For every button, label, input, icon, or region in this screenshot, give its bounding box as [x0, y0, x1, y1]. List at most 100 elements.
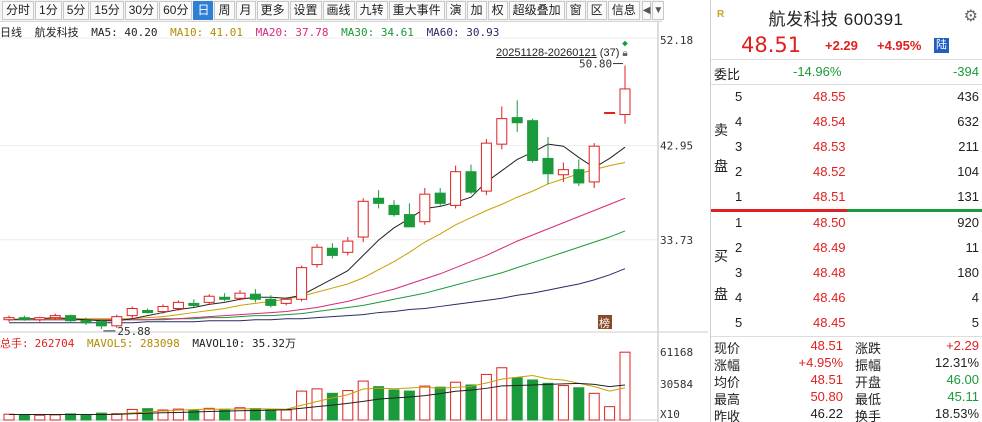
- candle-body: [419, 193, 431, 223]
- candle-body: [3, 317, 15, 321]
- toolbar-button[interactable]: 更多: [256, 1, 289, 20]
- sell-level-row[interactable]: 3 48.53 211: [711, 135, 982, 160]
- mavol10-value: MAVOL10: 35.32万: [192, 337, 297, 350]
- candle-body: [65, 315, 77, 322]
- toolbar-button[interactable]: 日: [193, 1, 214, 20]
- volume-bar: [80, 414, 92, 421]
- volume-bar: [3, 413, 15, 421]
- level-price: 48.51: [813, 189, 846, 204]
- buy-level-row[interactable]: 2 48.49 11: [711, 236, 982, 261]
- rank-badge-text: 榜: [599, 316, 610, 330]
- volume-bar: [403, 390, 415, 421]
- stats-row: 涨幅 +4.95% 振幅 12.31%: [711, 354, 982, 373]
- buy-level-row[interactable]: 4 48.46 4: [711, 286, 982, 311]
- candle-body: [465, 171, 477, 193]
- candle-body: [373, 197, 385, 204]
- candle-body: [573, 169, 585, 184]
- candle-body: [542, 157, 554, 175]
- toolbar-button[interactable]: 30分: [124, 1, 159, 20]
- candle-body: [511, 117, 523, 124]
- sell-level-row[interactable]: 4 48.54 632: [711, 110, 982, 135]
- volume-bar: [49, 414, 61, 421]
- candle-body: [557, 169, 569, 176]
- toolbar-button[interactable]: 信息: [607, 1, 640, 20]
- dropdown-arrow-icon[interactable]: ▼: [652, 1, 665, 20]
- kline-chart[interactable]: 52.1842.9533.736116830584X1050.8025.88榜: [0, 22, 708, 422]
- candle-body: [619, 88, 631, 116]
- webi-label: 委比: [714, 67, 741, 82]
- stat-value: 48.51: [810, 372, 843, 387]
- level-qty: 920: [957, 215, 979, 230]
- level-qty: 4: [971, 290, 979, 305]
- toolbar-button[interactable]: 演: [445, 1, 466, 20]
- toolbar-button[interactable]: 九转: [355, 1, 388, 20]
- volume-bar: [265, 408, 277, 421]
- level-qty: 131: [957, 189, 979, 204]
- toolbar-button[interactable]: 权: [487, 1, 508, 20]
- range-stat-label[interactable]: 20251128-20260121 (37) 🔒︎: [496, 47, 628, 59]
- candle-body: [95, 321, 107, 327]
- candle-body: [388, 204, 400, 216]
- candle-body: [311, 246, 323, 266]
- sell-level-row[interactable]: 5 48.55 436: [711, 85, 982, 110]
- volume-bar: [434, 386, 446, 421]
- sell-level-row[interactable]: 2 48.52 104: [711, 160, 982, 185]
- last-price: 48.51: [741, 33, 802, 57]
- level-price: 48.45: [813, 315, 846, 330]
- candle-body: [49, 315, 61, 319]
- volume-bar: [573, 387, 585, 421]
- toolbar-button[interactable]: 设置: [289, 1, 322, 20]
- volume-bar: [496, 367, 508, 421]
- volume-axis-label: X10: [660, 408, 680, 421]
- stat-label: 换手: [855, 409, 882, 422]
- stats-row: 均价 48.51 开盘 46.00: [711, 371, 982, 390]
- level-price: 48.46: [813, 290, 846, 305]
- webi-diff: -394: [952, 64, 979, 79]
- toolbar-button[interactable]: 1分: [35, 1, 62, 20]
- volume-bar: [419, 385, 431, 421]
- toolbar-button[interactable]: 区: [586, 1, 607, 20]
- toolbar-button[interactable]: 分时: [2, 1, 35, 20]
- mavol5-value: MAVOL5: 283098: [87, 337, 180, 350]
- volume-bar: [373, 386, 385, 421]
- sell-level-row[interactable]: 1 48.51 131: [711, 185, 982, 210]
- price-axis-label: 33.73: [660, 234, 693, 247]
- candle-body: [326, 247, 338, 256]
- volume-label: 总手:: [0, 337, 29, 350]
- toolbar-button[interactable]: 加: [466, 1, 487, 20]
- level-number: 1: [735, 189, 743, 204]
- diamond-marker-icon: [622, 40, 628, 47]
- toolbar-button[interactable]: 窗: [565, 1, 586, 20]
- candle-body: [172, 301, 184, 309]
- candle-body: [588, 145, 600, 183]
- volume-axis-label: 61168: [660, 346, 693, 359]
- gear-icon[interactable]: ⚙: [964, 6, 978, 26]
- level-price: 48.55: [813, 89, 846, 104]
- toolbar-button[interactable]: 重大事件: [388, 1, 445, 20]
- toolbar-button[interactable]: 15分: [90, 1, 124, 20]
- volume-bar: [18, 414, 30, 421]
- level-qty: 11: [965, 240, 980, 255]
- buy-level-row[interactable]: 5 48.45 5: [711, 311, 982, 336]
- buy-level-row[interactable]: 3 48.48 180: [711, 261, 982, 286]
- toolbar-button[interactable]: 60分: [159, 1, 193, 20]
- level-number: 5: [735, 315, 743, 330]
- toolbar-button[interactable]: 周: [214, 1, 235, 20]
- volume-bar: [480, 373, 492, 421]
- level-price: 48.52: [813, 164, 846, 179]
- level-number: 3: [735, 139, 743, 154]
- candle-body: [249, 293, 261, 300]
- candle-body: [142, 310, 154, 314]
- level-number: 3: [735, 265, 743, 280]
- candle-body: [280, 298, 292, 304]
- candle-body: [357, 200, 369, 238]
- toolbar-button[interactable]: 超级叠加: [508, 1, 565, 20]
- candle-body: [296, 267, 308, 300]
- toolbar-button[interactable]: 5分: [62, 1, 90, 20]
- toolbar-button[interactable]: 月: [235, 1, 256, 20]
- scroll-left-icon[interactable]: ◀: [641, 1, 652, 20]
- buy-level-row[interactable]: 1 48.50 920: [711, 211, 982, 236]
- stock-code: 600391: [843, 10, 904, 29]
- toolbar-button[interactable]: 画线: [322, 1, 355, 20]
- connect-flag-badge: 陆: [934, 38, 949, 53]
